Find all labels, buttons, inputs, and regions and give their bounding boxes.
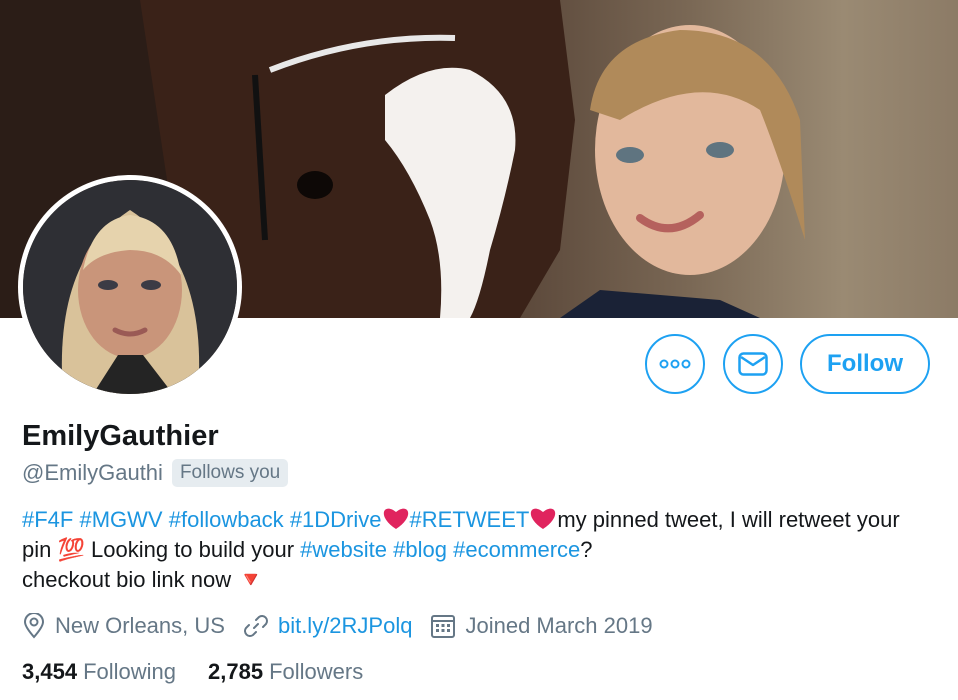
heart-icon	[383, 508, 408, 529]
handle-row: @EmilyGauthi Follows you	[22, 457, 289, 489]
location-text: New Orleans, US	[55, 613, 225, 638]
hashtag-link[interactable]: #followback	[169, 507, 284, 532]
hashtag-link[interactable]: #F4F	[22, 507, 73, 532]
followers-count: 2,785	[208, 659, 264, 684]
hashtag-link[interactable]: #ecommerce	[453, 537, 580, 562]
bio-text: ?	[580, 537, 593, 562]
heart-icon	[531, 508, 556, 529]
follows-you-badge: Follows you	[171, 459, 289, 487]
followers-stat[interactable]: 2,785 Followers	[208, 659, 363, 685]
envelope-icon	[738, 352, 768, 376]
bio-text: checkout bio link now	[22, 567, 232, 592]
location: New Orleans, US	[22, 613, 225, 639]
location-pin-icon	[23, 613, 45, 639]
hashtag-link[interactable]: #blog	[393, 537, 447, 562]
hashtag-link[interactable]: #website	[300, 537, 387, 562]
more-button[interactable]	[645, 334, 705, 394]
profile-bio: #F4F #MGWV #followback #1DDrive #RETWEET m…	[22, 505, 932, 595]
calendar-icon	[431, 615, 456, 638]
follow-stats: 3,454 Following 2,785 Followers	[22, 655, 395, 689]
profile-meta: New Orleans, US bit.ly/2RJPolq Joined Ma…	[22, 609, 671, 643]
hundred-emoji: 💯	[57, 537, 85, 562]
website-link[interactable]: bit.ly/2RJPolq	[278, 613, 413, 639]
handle: @EmilyGauthi	[22, 460, 163, 485]
join-date-text: Joined March 2019	[465, 613, 653, 638]
followers-label: Followers	[269, 659, 364, 684]
join-date: Joined March 2019	[430, 613, 653, 639]
message-button[interactable]	[723, 334, 783, 394]
bio-text: Looking to build your	[91, 537, 295, 562]
follow-button[interactable]: Follow	[800, 334, 930, 394]
more-dots-icon	[659, 359, 691, 369]
hashtag-link[interactable]: #1DDrive	[290, 507, 382, 532]
hashtag-link[interactable]: #RETWEET	[410, 507, 530, 532]
hashtag-link[interactable]: #MGWV	[79, 507, 162, 532]
link-icon	[243, 615, 268, 637]
website[interactable]: bit.ly/2RJPolq	[243, 613, 413, 639]
profile-avatar[interactable]	[18, 175, 242, 399]
display-name: EmilyGauthier	[22, 420, 219, 452]
following-count: 3,454	[22, 659, 78, 684]
triangle-emoji: 🔻	[237, 567, 265, 592]
avatar-photo	[23, 180, 237, 394]
following-label: Following	[83, 659, 176, 684]
following-stat[interactable]: 3,454 Following	[22, 659, 176, 685]
